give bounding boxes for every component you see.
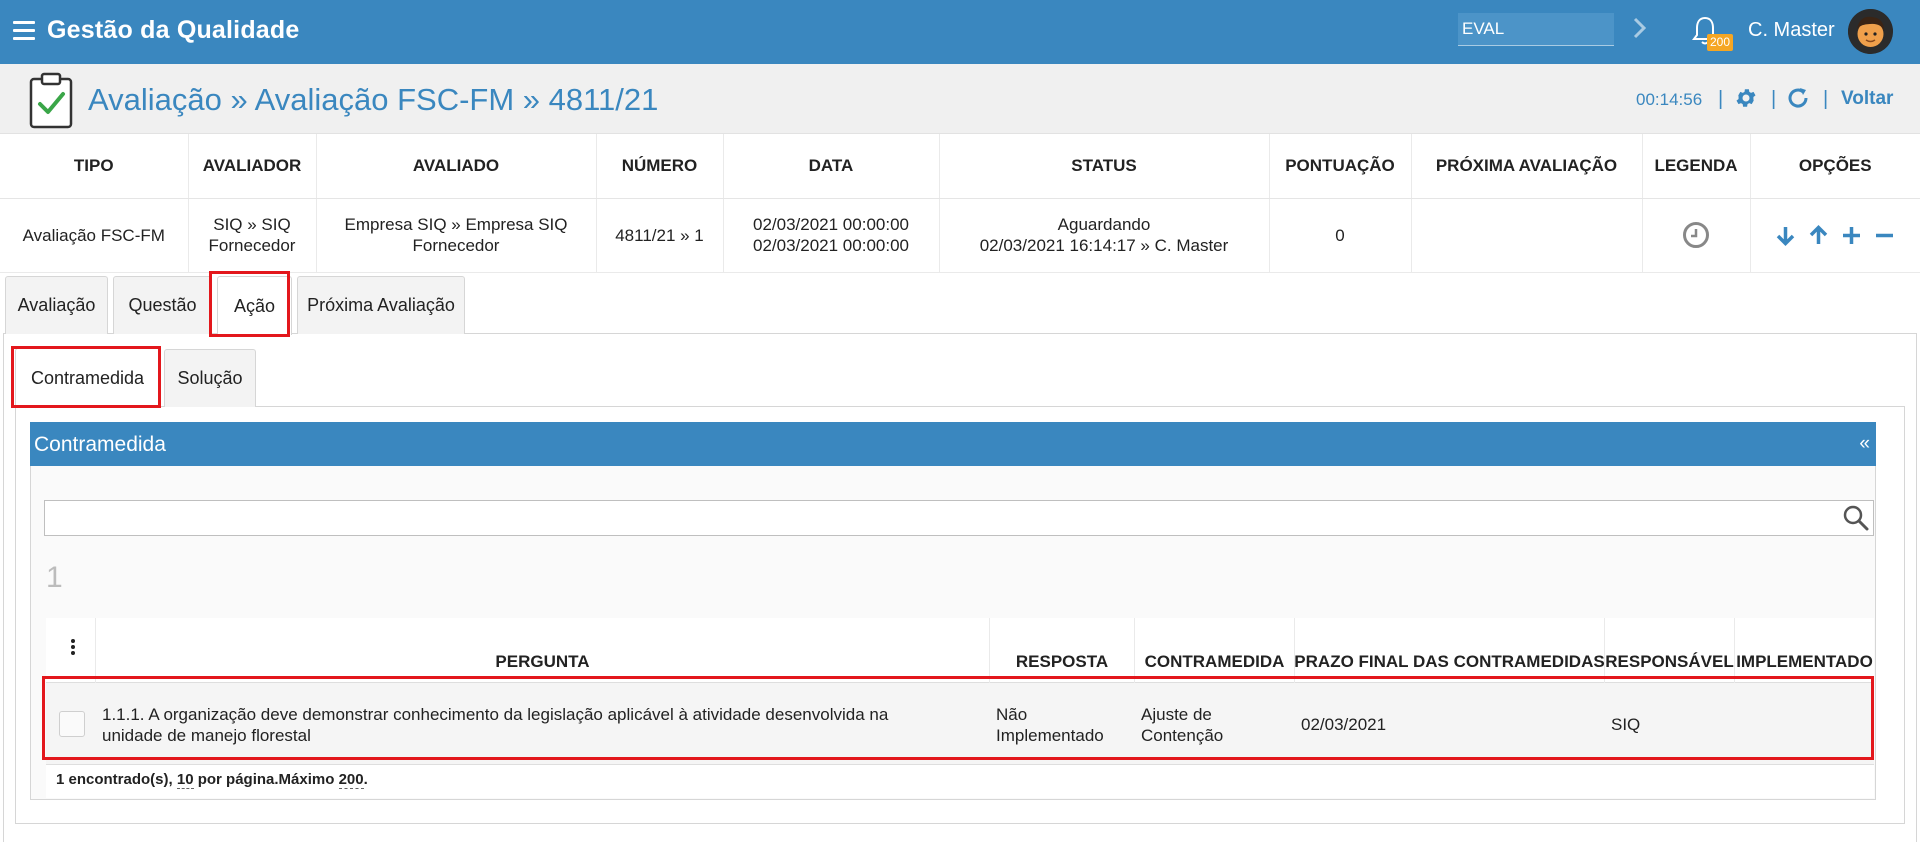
search-icon[interactable]: [1842, 504, 1870, 532]
summary-header-row: TIPO AVALIADOR AVALIADO NÚMERO DATA STAT…: [0, 134, 1920, 199]
cell-avaliado: Empresa SIQ » Empresa SIQ Fornecedor: [316, 198, 597, 273]
cell-line: Aguardando: [1057, 215, 1151, 234]
column-header: AVALIADOR: [188, 134, 317, 199]
cell-data: 02/03/2021 00:00:00 02/03/2021 00:00:00: [723, 198, 940, 273]
highlight-box: [11, 346, 161, 408]
column-header: NÚMERO: [596, 134, 724, 199]
cell-pontuacao: 0: [1269, 198, 1412, 273]
column-header: TIPO: [0, 134, 189, 199]
plus-icon[interactable]: [1840, 224, 1863, 247]
highlight-box: [209, 271, 290, 337]
top-bar: Gestão da Qualidade 200 C. Master: [0, 0, 1920, 64]
chevron-right-icon[interactable]: [1630, 14, 1650, 42]
cell-line: 02/03/2021 16:14:17 » C. Master: [979, 236, 1229, 255]
arrow-up-icon[interactable]: [1807, 224, 1830, 247]
column-header-resposta[interactable]: RESPOSTA: [990, 618, 1135, 683]
per-page-selector[interactable]: 10: [176, 771, 194, 789]
cell-tipo: Avaliação FSC-FM: [0, 198, 189, 273]
menu-icon[interactable]: [13, 21, 35, 41]
tab-avaliacao[interactable]: Avaliação: [5, 276, 108, 334]
page-number[interactable]: 1: [46, 561, 63, 595]
cell-numero: 4811/21 » 1: [596, 198, 724, 273]
separator: |: [1718, 88, 1724, 110]
app-title: Gestão da Qualidade: [47, 16, 300, 44]
clipboard-check-icon: [29, 72, 73, 129]
column-header-contramedida[interactable]: CONTRAMEDIDA: [1135, 618, 1295, 683]
cell-line: SIQ » SIQ: [213, 215, 291, 234]
notification-badge: 200: [1707, 34, 1734, 51]
summary-table: TIPO AVALIADOR AVALIADO NÚMERO DATA STAT…: [0, 134, 1920, 273]
grid-footer: 1 encontrado(s), 10 por página.Máximo 20…: [56, 771, 368, 789]
separator: |: [1771, 88, 1777, 110]
highlight-box: [42, 676, 1874, 760]
summary-row: Avaliação FSC-FM SIQ » SIQ Fornecedor Em…: [0, 198, 1920, 273]
footer-text: por página.Máximo: [193, 771, 339, 788]
cell-opcoes: [1750, 198, 1920, 273]
user-name[interactable]: C. Master: [1748, 19, 1835, 42]
search-field: [44, 500, 1874, 536]
page-header: Avaliação » Avaliação FSC-FM » 4811/21 0…: [0, 64, 1920, 134]
column-header: LEGENDA: [1642, 134, 1751, 199]
cell-line: 02/03/2021 00:00:00: [753, 215, 909, 234]
collapse-toggle[interactable]: «: [1859, 433, 1870, 455]
separator: |: [1823, 88, 1829, 110]
cell-avaliador: SIQ » SIQ Fornecedor: [188, 198, 317, 273]
gear-icon[interactable]: [1734, 86, 1758, 110]
column-header: AVALIADO: [316, 134, 597, 199]
arrow-down-icon[interactable]: [1774, 224, 1797, 247]
breadcrumb: Avaliação » Avaliação FSC-FM » 4811/21: [88, 82, 659, 117]
cell-line: Fornecedor: [412, 236, 500, 255]
column-header-responsavel[interactable]: RESPONSÁVEL: [1605, 618, 1735, 683]
cell-legenda: [1642, 198, 1751, 273]
max-selector[interactable]: 200: [338, 771, 364, 789]
footer-found: 1 encontrado(s),: [56, 771, 177, 788]
footer-end: .: [363, 771, 368, 788]
column-header-pergunta[interactable]: PERGUNTA: [96, 618, 990, 683]
back-link[interactable]: Voltar: [1841, 88, 1893, 110]
session-timer: 00:14:56: [1636, 90, 1703, 109]
tab-proxima-avaliacao[interactable]: Próxima Avaliação: [297, 276, 465, 334]
cell-line: Fornecedor: [208, 236, 296, 255]
column-header-select: [46, 618, 96, 683]
column-header: OPÇÕES: [1750, 134, 1920, 199]
grid-header: PERGUNTA RESPOSTA CONTRAMEDIDA PRAZO FIN…: [46, 618, 1874, 683]
subtab-solucao[interactable]: Solução: [164, 349, 256, 407]
cell-proxima: [1411, 198, 1643, 273]
cell-line: Empresa SIQ » Empresa SIQ: [344, 215, 568, 234]
column-header-prazo[interactable]: PRAZO FINAL DAS CONTRAMEDIDAS: [1294, 618, 1605, 683]
minus-icon[interactable]: [1873, 224, 1896, 247]
column-header: PONTUAÇÃO: [1269, 134, 1412, 199]
panel-title: Contramedida: [34, 433, 166, 456]
column-header: STATUS: [939, 134, 1270, 199]
clock-icon: [1683, 222, 1709, 248]
search-input[interactable]: [45, 501, 1873, 535]
refresh-icon[interactable]: [1786, 86, 1810, 110]
cell-status: Aguardando 02/03/2021 16:14:17 » C. Mast…: [939, 198, 1270, 273]
panel-header: Contramedida «: [30, 422, 1876, 466]
column-header: PRÓXIMA AVALIAÇÃO: [1411, 134, 1643, 199]
column-header-implementado[interactable]: IMPLEMENTADO: [1735, 618, 1874, 683]
column-header: DATA: [723, 134, 940, 199]
cell-line: 02/03/2021 00:00:00: [753, 236, 909, 255]
avatar[interactable]: [1848, 9, 1893, 54]
tab-questao[interactable]: Questão: [113, 276, 212, 334]
environment-input[interactable]: [1458, 13, 1614, 46]
